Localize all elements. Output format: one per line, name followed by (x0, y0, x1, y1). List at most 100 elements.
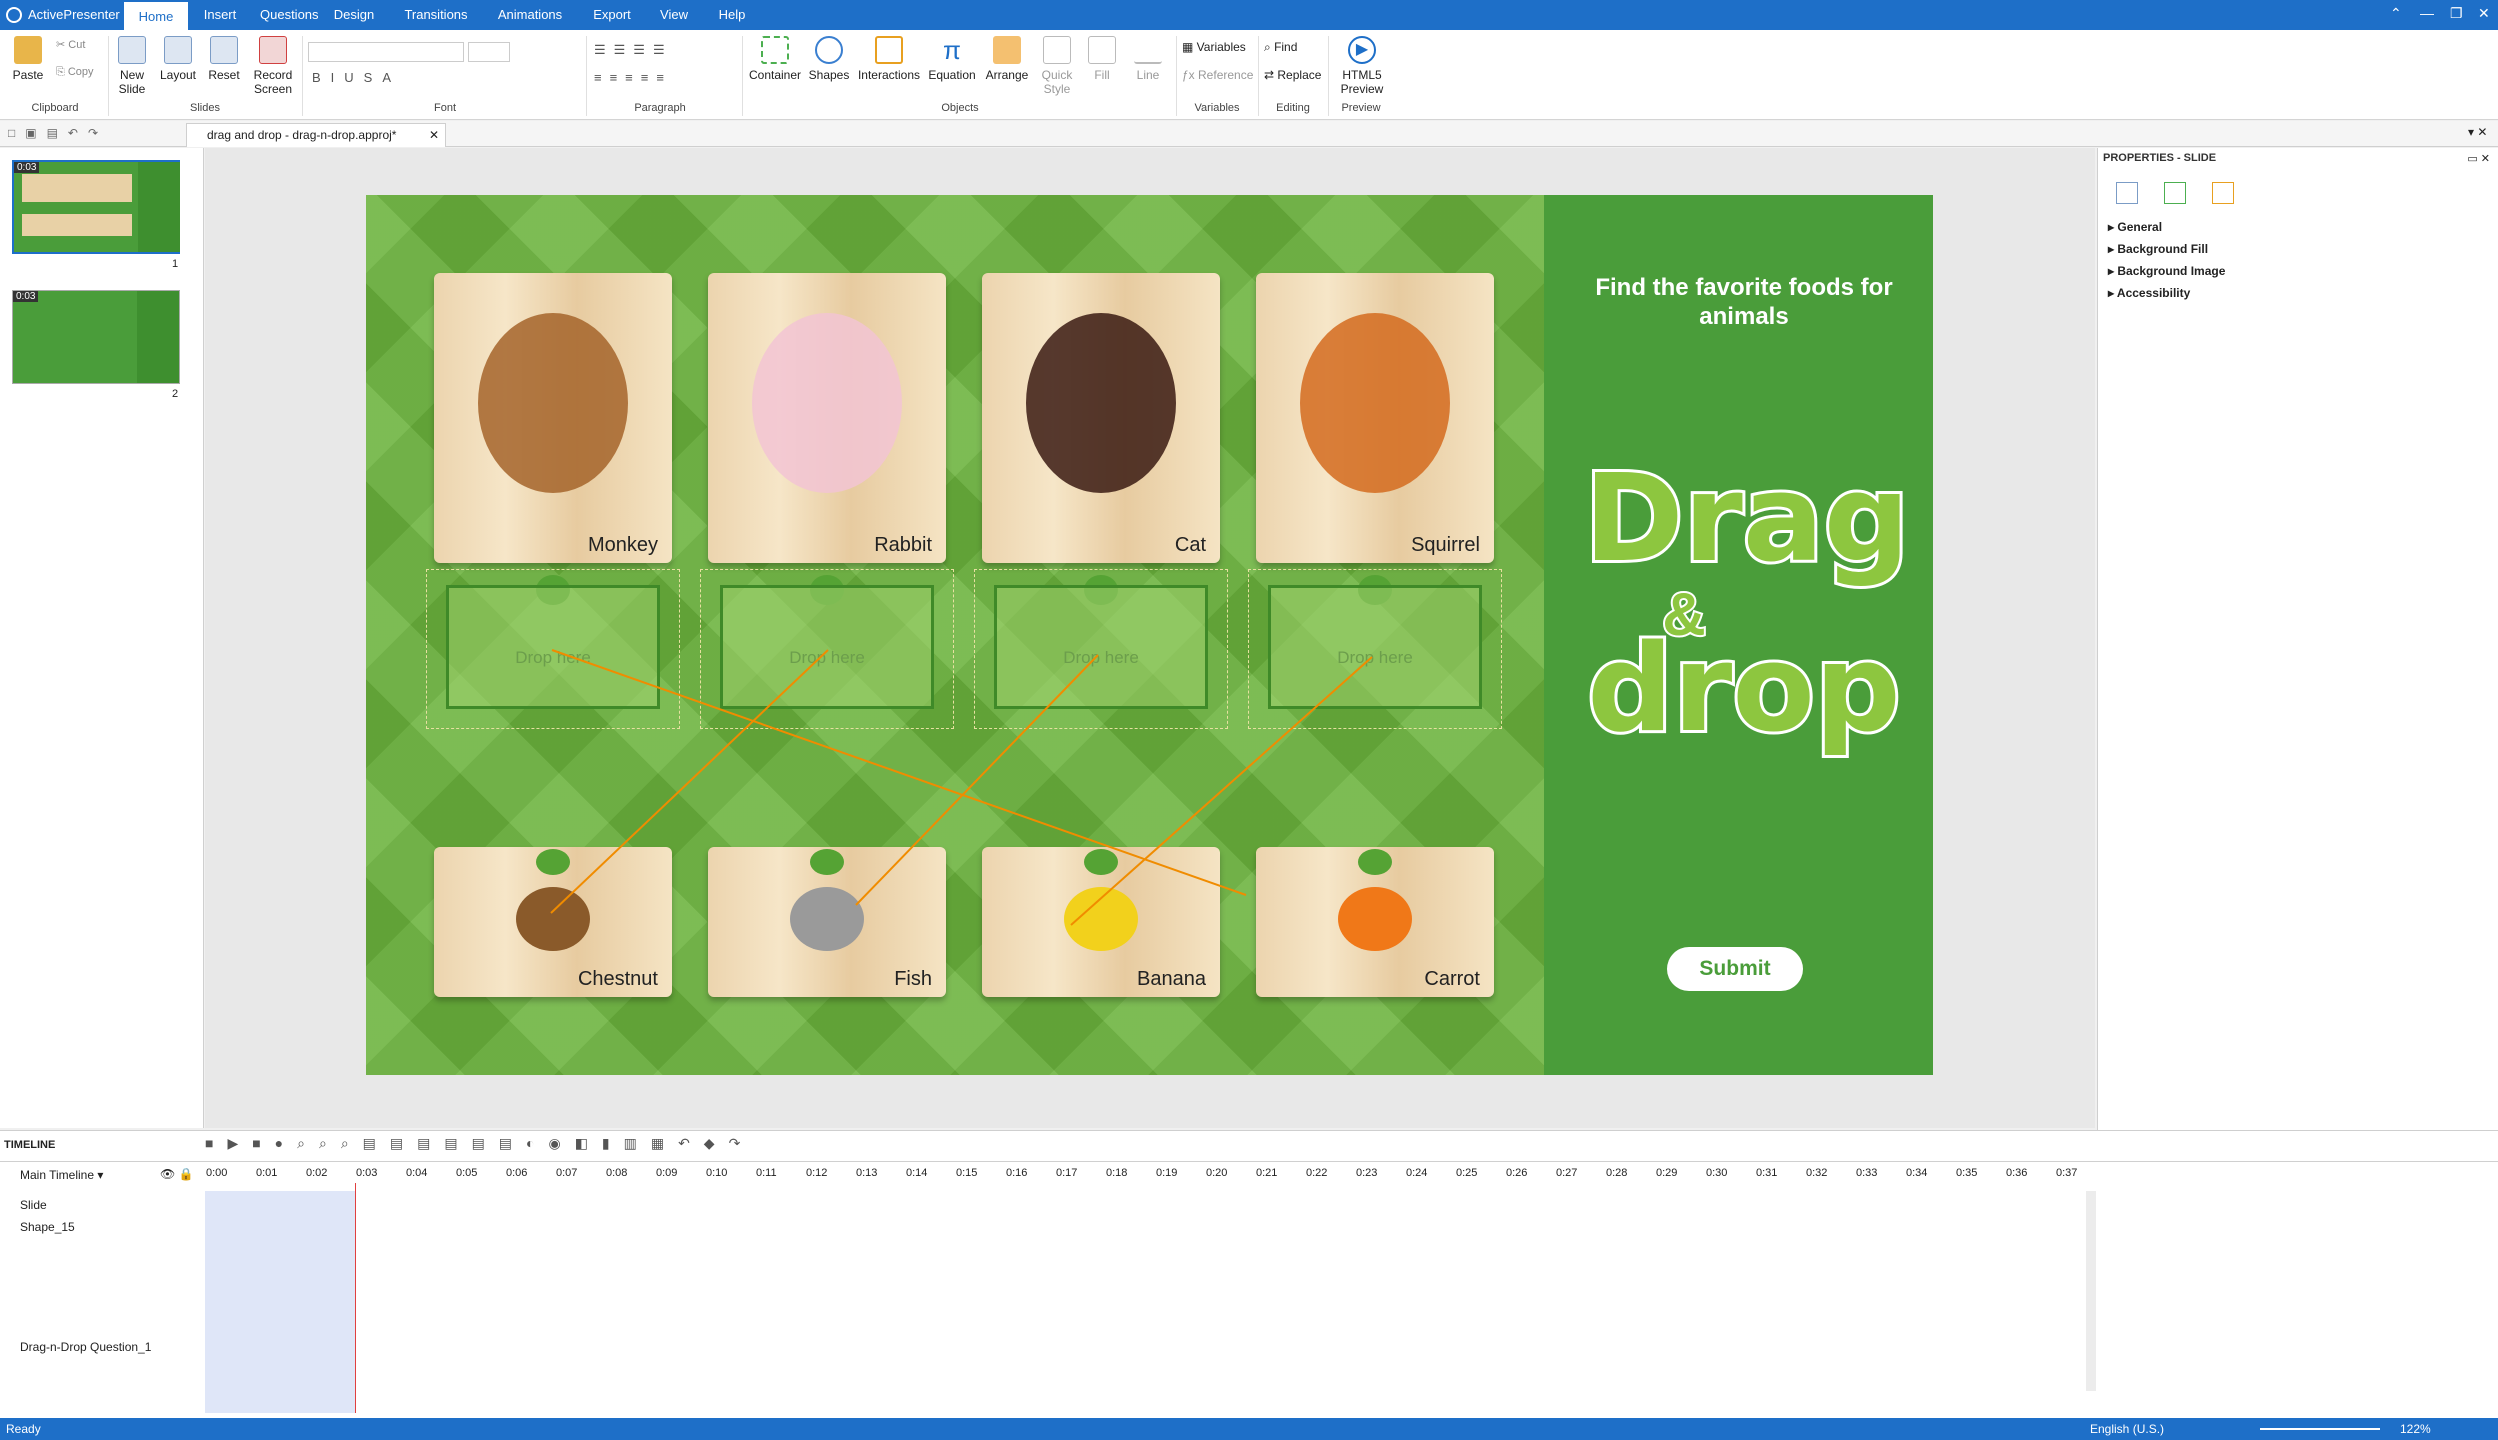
tab-view[interactable]: View (656, 0, 692, 30)
layout-button[interactable]: Layout (156, 36, 200, 82)
tab-transitions[interactable]: Transitions (400, 0, 472, 30)
document-tab[interactable]: drag and drop - drag-n-drop.approj* ✕ (186, 123, 446, 147)
restore-button[interactable]: ❐ (2450, 5, 2463, 22)
close-tab-icon[interactable]: ✕ (429, 124, 439, 146)
tab-home[interactable]: Home (124, 0, 188, 30)
timeline-tick: 0:28 (1606, 1167, 1628, 1179)
timeline-toolbar[interactable]: ■▶■●⌕⌕⌕▤▤▤▤▤▤◐◉◧▮▥▦↶◆↷ (205, 1135, 2498, 1157)
timeline-tick: 0:22 (1306, 1167, 1328, 1179)
app-logo-icon (6, 7, 22, 23)
tab-design[interactable]: Design (324, 0, 384, 30)
editing-group-label: Editing (1276, 102, 1310, 114)
quick-style-button[interactable]: Quick Style (1036, 36, 1078, 96)
clipboard-group-label: Clipboard (31, 102, 79, 114)
thumb-panel (137, 291, 179, 383)
html5-preview-button[interactable]: ▶ HTML5 Preview (1334, 36, 1390, 96)
cut-button[interactable]: ✂ Cut (56, 38, 85, 51)
tab-export[interactable]: Export (590, 0, 634, 30)
new-slide-button[interactable]: New Slide (112, 36, 152, 96)
timeline-tick: 0:03 (356, 1167, 378, 1179)
tab-help[interactable]: Help (712, 0, 752, 30)
interactions-icon (875, 36, 903, 64)
close-button[interactable]: ✕ (2478, 5, 2490, 22)
thumb-cards (22, 174, 132, 202)
reset-button[interactable]: Reset (204, 36, 244, 82)
tab-questions[interactable]: Questions (260, 0, 319, 30)
quick-access-toolbar[interactable]: □▣▤↶↷ (8, 126, 108, 140)
preview-group-label: Preview (1341, 102, 1381, 114)
list-buttons[interactable]: ☰☰☰☰ (594, 42, 673, 58)
match-line (551, 649, 1247, 896)
paste-button[interactable]: Paste (8, 36, 48, 82)
quick-style-icon (1043, 36, 1071, 64)
paste-icon (14, 36, 42, 64)
shapes-button[interactable]: Shapes (806, 36, 852, 82)
timeline-row-shape[interactable]: Shape_15 (20, 1220, 75, 1234)
slide-thumbnail-2[interactable]: 0:03 (12, 290, 180, 384)
fill-button[interactable]: Fill (1082, 36, 1122, 82)
font-group-label: Font (433, 102, 456, 114)
section-accessibility[interactable]: ▸ Accessibility (2108, 286, 2190, 300)
slide-number: 1 (172, 258, 179, 270)
variables-button[interactable]: ▦ Variables (1182, 40, 1246, 54)
zoom-level[interactable]: 122% (2400, 1422, 2431, 1436)
timeline-tick: 0:24 (1406, 1167, 1428, 1179)
equation-button[interactable]: π Equation (926, 36, 978, 82)
replace-button[interactable]: ⇄ Replace (1264, 68, 1321, 82)
reference-button[interactable]: ƒx Reference (1182, 68, 1253, 82)
timeline-tick: 0:20 (1206, 1167, 1228, 1179)
logo-line1: Drag (1581, 450, 1913, 589)
title-bar: ActivePresenter Home Insert Questions Desig… (0, 0, 2498, 30)
size-tab-icon[interactable] (2164, 182, 2186, 204)
timeline-row-question[interactable]: Drag-n-Drop Question_1 (20, 1340, 151, 1354)
timeline-tick: 0:01 (256, 1167, 278, 1179)
timeline-selection[interactable] (205, 1191, 355, 1413)
font-format-buttons[interactable]: BIUSA (312, 70, 401, 85)
timeline-tick: 0:25 (1456, 1167, 1478, 1179)
section-background-image[interactable]: ▸ Background Image (2108, 264, 2225, 278)
line-button[interactable]: Line (1126, 36, 1170, 82)
main-timeline-select[interactable]: Main Timeline ▾ (20, 1168, 103, 1182)
thumb-panel (138, 162, 180, 252)
zoom-slider[interactable] (2260, 1428, 2380, 1430)
timeline-row-slide[interactable]: Slide (20, 1198, 47, 1212)
timeline-tick: 0:19 (1156, 1167, 1178, 1179)
tab-animations[interactable]: Animations (496, 0, 564, 30)
align-buttons[interactable]: ≡≡≡≡≡ (594, 70, 672, 85)
section-background-fill[interactable]: ▸ Background Fill (2108, 242, 2208, 256)
interaction-tab-icon[interactable] (2212, 182, 2234, 204)
timeline-tick: 0:26 (1506, 1167, 1528, 1179)
container-button[interactable]: Container (748, 36, 802, 82)
timeline-tick: 0:00 (206, 1167, 228, 1179)
playhead[interactable] (355, 1183, 356, 1413)
visibility-icon[interactable]: 👁 🔒 (160, 1167, 194, 1181)
find-button[interactable]: ⌕ Find (1264, 40, 1297, 55)
pi-icon: π (943, 35, 961, 65)
timeline-tick: 0:09 (656, 1167, 678, 1179)
arrange-button[interactable]: Arrange (982, 36, 1032, 82)
timeline-tick: 0:05 (456, 1167, 478, 1179)
new-slide-icon (118, 36, 146, 64)
interactions-button[interactable]: Interactions (856, 36, 922, 82)
status-text: Ready (6, 1422, 41, 1436)
timeline-scrollbar[interactable] (2086, 1191, 2096, 1391)
panel-close-icon[interactable]: ▭ ✕ (2467, 152, 2490, 165)
slide-thumbnail-1[interactable]: 0:03 (12, 160, 180, 254)
tab-insert[interactable]: Insert (200, 0, 240, 30)
properties-tab-icon[interactable] (2116, 182, 2138, 204)
record-screen-button[interactable]: Record Screen (248, 36, 298, 96)
match-lines (550, 649, 1373, 926)
pane-close-icon[interactable]: ▾ ✕ (2468, 125, 2487, 139)
font-size-select[interactable] (468, 42, 510, 62)
collapse-ribbon-icon[interactable]: ⌃ (2390, 5, 2402, 22)
timeline-tick: 0:17 (1056, 1167, 1078, 1179)
document-tab-bar: □▣▤↶↷ drag and drop - drag-n-drop.approj… (0, 121, 2498, 147)
section-general[interactable]: ▸ General (2108, 220, 2162, 234)
submit-button[interactable]: Submit (1667, 947, 1803, 991)
language-indicator[interactable]: English (U.S.) (2090, 1422, 2164, 1436)
font-family-select[interactable] (308, 42, 464, 62)
copy-button[interactable]: ⎘ Copy (56, 66, 94, 79)
minimize-button[interactable]: — (2420, 5, 2434, 21)
timeline-tick: 0:21 (1256, 1167, 1278, 1179)
variables-group-label: Variables (1194, 102, 1240, 114)
